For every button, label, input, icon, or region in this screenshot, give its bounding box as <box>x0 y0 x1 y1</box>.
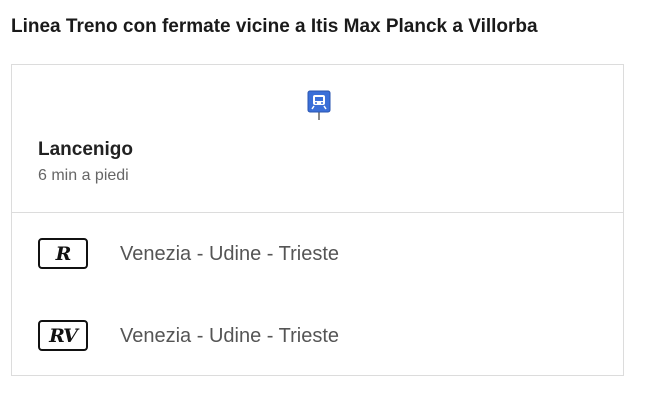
regional-train-icon: R <box>38 238 88 269</box>
stop-card: Lancenigo 6 min a piedi R Venezia - Udin… <box>11 64 624 376</box>
stop-header[interactable]: Lancenigo 6 min a piedi <box>12 65 623 213</box>
line-name: Venezia - Udine - Trieste <box>120 243 339 265</box>
train-station-icon <box>307 90 331 121</box>
line-row[interactable]: RV Venezia - Udine - Trieste <box>12 295 623 377</box>
regional-express-train-icon: RV <box>38 320 88 351</box>
stop-name: Lancenigo <box>38 139 134 160</box>
stop-walk-distance: 6 min a piedi <box>38 167 129 184</box>
page-title: Linea Treno con fermate vicine a Itis Ma… <box>11 16 538 37</box>
line-name: Venezia - Udine - Trieste <box>120 325 339 347</box>
line-row[interactable]: R Venezia - Udine - Trieste <box>12 213 623 295</box>
